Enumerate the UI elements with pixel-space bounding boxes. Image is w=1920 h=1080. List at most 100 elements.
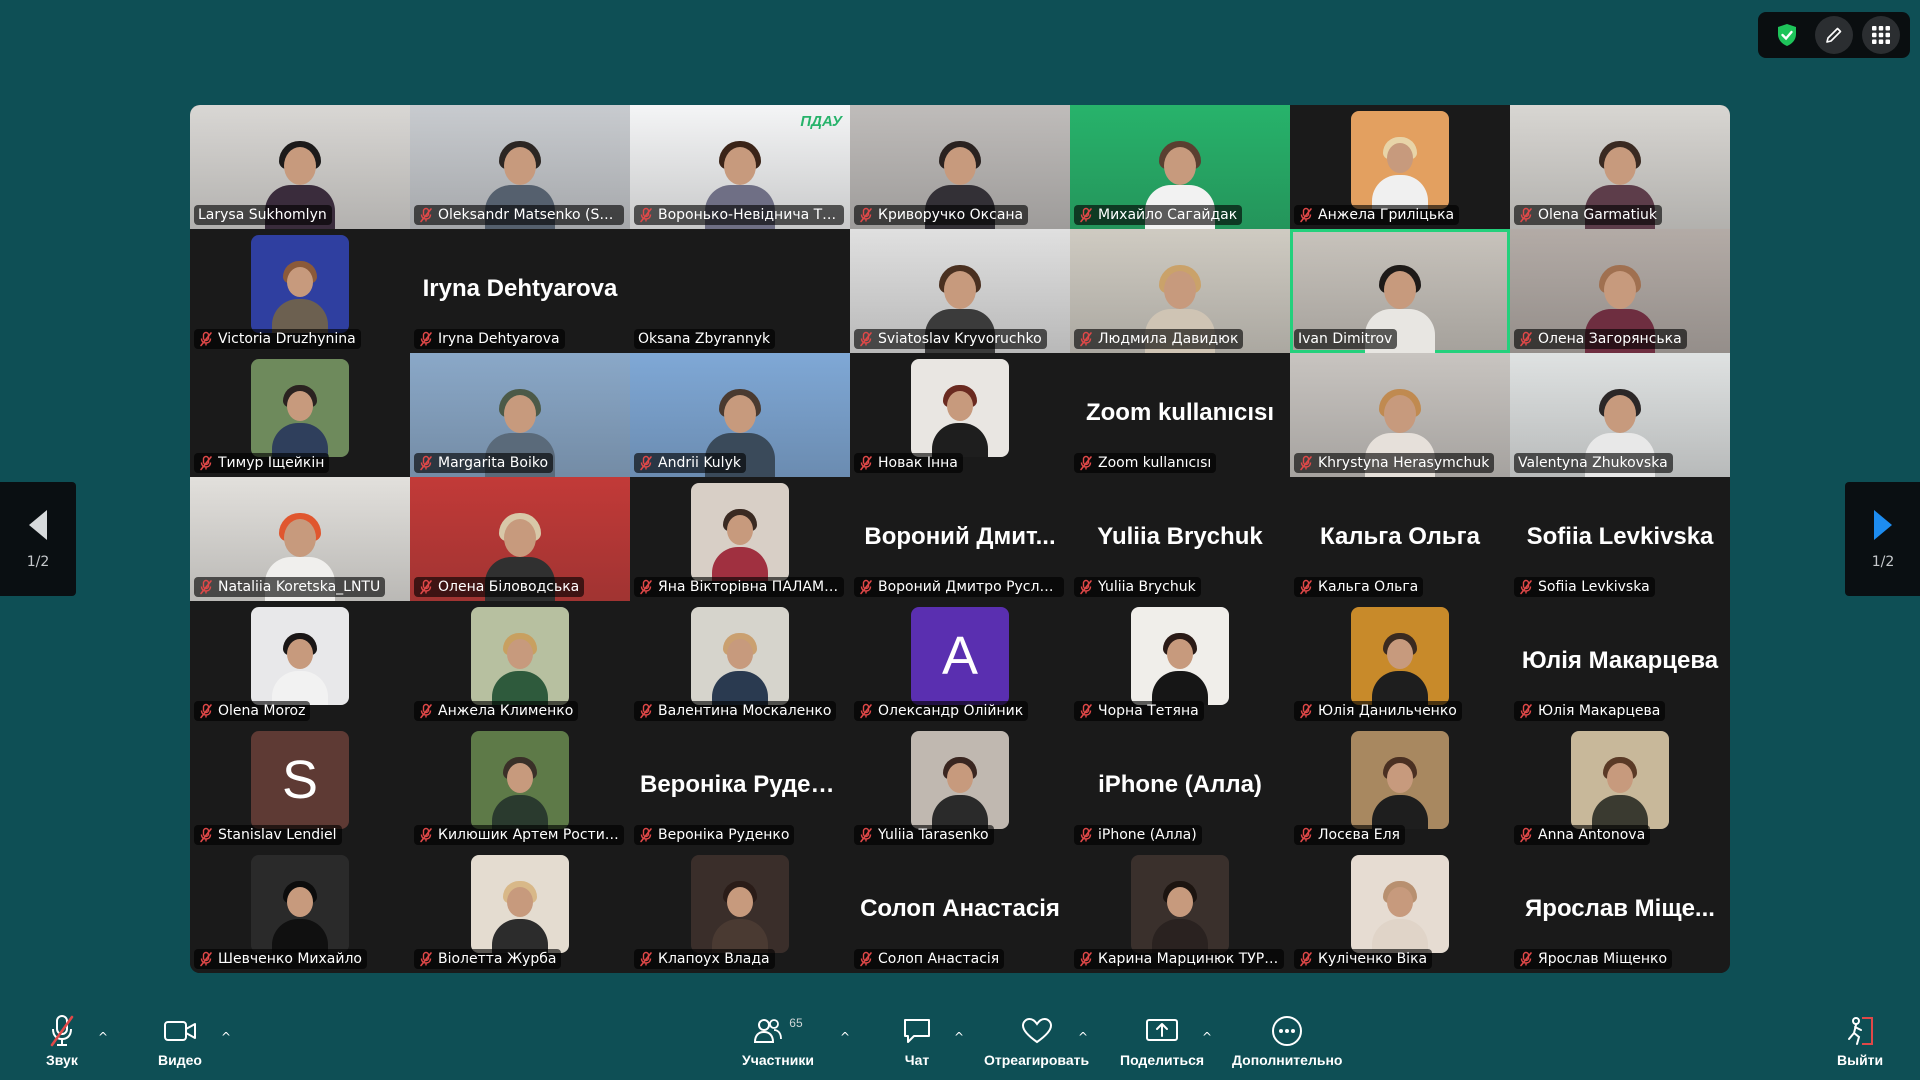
participant-tile[interactable]: Anna Antonova bbox=[1510, 725, 1730, 849]
participant-tile[interactable]: Михайло Сагайдак bbox=[1070, 105, 1290, 229]
leave-button[interactable]: Выйти bbox=[1837, 1014, 1883, 1068]
share-options-caret[interactable]: ^ bbox=[1202, 1030, 1212, 1044]
participant-name-label: Куліченко Віка bbox=[1294, 949, 1433, 969]
shield-check-icon[interactable] bbox=[1768, 16, 1806, 54]
participant-tile[interactable]: Margarita Boiko bbox=[410, 353, 630, 477]
participant-tile[interactable]: Khrystyna Herasymchuk bbox=[1290, 353, 1510, 477]
participant-tile[interactable]: Яна Вікторівна ПАЛАМА... bbox=[630, 477, 850, 601]
participant-tile[interactable]: Людмила Давидюк bbox=[1070, 229, 1290, 353]
react-options-caret[interactable]: ^ bbox=[1078, 1030, 1088, 1044]
participants-count: 65 bbox=[789, 1016, 803, 1030]
pencil-icon[interactable] bbox=[1814, 16, 1853, 54]
participant-tile[interactable]: Valentyna Zhukovska bbox=[1510, 353, 1730, 477]
participant-tile[interactable]: Валентина Москаленко bbox=[630, 601, 850, 725]
participant-name: Лосєва Еля bbox=[1318, 827, 1400, 843]
participants-icon bbox=[754, 1019, 783, 1043]
participant-name: Olena Garmatiuk bbox=[1538, 207, 1657, 223]
participant-name-label: Larysa Sukhomlyn bbox=[194, 205, 332, 225]
participant-tile[interactable]: Ярослав Міще... Ярослав Міщенко bbox=[1510, 849, 1730, 973]
participant-tile[interactable]: Olena Garmatiuk bbox=[1510, 105, 1730, 229]
participant-name: Чорна Тетяна bbox=[1098, 703, 1199, 719]
participant-tile[interactable]: Nataliia Koretska_LNTU bbox=[190, 477, 410, 601]
participant-tile[interactable]: Килюшик Артем Ростисл... bbox=[410, 725, 630, 849]
participant-tile[interactable]: Карина Марцинюк ТУР 3... bbox=[1070, 849, 1290, 973]
participant-tile[interactable]: A Олександр Олійник bbox=[850, 601, 1070, 725]
participant-tile[interactable]: Тимур Іщейкін bbox=[190, 353, 410, 477]
participant-tile[interactable]: Zoom kullanıcısı Zoom kullanıcısı bbox=[1070, 353, 1290, 477]
microphone-muted-icon bbox=[1298, 207, 1314, 223]
participant-name: Олена Біловодська bbox=[438, 579, 580, 595]
participant-tile[interactable]: Вероніка Руден... Вероніка Руденко bbox=[630, 725, 850, 849]
chat-button[interactable]: Чат bbox=[902, 1014, 932, 1068]
participant-tile[interactable]: Анжела Клименко bbox=[410, 601, 630, 725]
apps-grid-icon[interactable] bbox=[1861, 16, 1900, 54]
participant-tile[interactable]: Victoria Druzhynina bbox=[190, 229, 410, 353]
microphone-muted-icon bbox=[418, 579, 434, 595]
participant-tile[interactable]: Oleksandr Matsenko (Su... bbox=[410, 105, 630, 229]
participant-tile[interactable]: Ivan Dimitrov bbox=[1290, 229, 1510, 353]
participant-name-label: Oleksandr Matsenko (Su... bbox=[414, 205, 624, 225]
microphone-muted-icon bbox=[1078, 827, 1094, 843]
microphone-muted-icon bbox=[198, 703, 214, 719]
participant-tile[interactable]: Новак Інна bbox=[850, 353, 1070, 477]
participant-avatar bbox=[1131, 607, 1229, 705]
participant-tile[interactable]: Кальга Ольга Кальга Ольга bbox=[1290, 477, 1510, 601]
next-page-button[interactable]: 1/2 bbox=[1845, 482, 1920, 596]
participant-tile[interactable]: Andrii Kulyk bbox=[630, 353, 850, 477]
participant-tile[interactable]: Yuliia Brychuk Yuliia Brychuk bbox=[1070, 477, 1290, 601]
participant-tile[interactable]: Олена Загорянська bbox=[1510, 229, 1730, 353]
participant-tile[interactable]: Солоп Анастасія Солоп Анастасія bbox=[850, 849, 1070, 973]
participant-tile[interactable]: Юлія Макарцева Юлія Макарцева bbox=[1510, 601, 1730, 725]
participant-name-label: Лосєва Еля bbox=[1294, 825, 1405, 845]
participant-tile[interactable]: Iryna Dehtyarova Iryna Dehtyarova bbox=[410, 229, 630, 353]
microphone-muted-icon bbox=[638, 579, 654, 595]
video-options-caret[interactable]: ^ bbox=[221, 1030, 231, 1044]
participant-display-name: Zoom kullanıcısı bbox=[1085, 399, 1275, 426]
participants-button[interactable]: 65 Участники bbox=[742, 1014, 814, 1068]
participant-name-label: Олександр Олійник bbox=[854, 701, 1029, 721]
participant-tile[interactable]: Криворучко Оксана bbox=[850, 105, 1070, 229]
participant-tile[interactable]: Клапоух Влада bbox=[630, 849, 850, 973]
participant-name: Віолетта Журба bbox=[438, 951, 557, 967]
participant-tile[interactable]: Вороний Дмит... Вороний Дмитро Руслан... bbox=[850, 477, 1070, 601]
participant-tile[interactable]: Sofiia Levkivska Sofiia Levkivska bbox=[1510, 477, 1730, 601]
audio-button[interactable]: Звук bbox=[46, 1014, 78, 1068]
participant-tile[interactable]: Чорна Тетяна bbox=[1070, 601, 1290, 725]
participant-name: Тимур Іщейкін bbox=[218, 455, 325, 471]
participant-name-label: Andrii Kulyk bbox=[634, 453, 746, 473]
participant-tile[interactable]: Анжела Гриліцька bbox=[1290, 105, 1510, 229]
participant-name: Zoom kullanıcısı bbox=[1098, 455, 1212, 471]
participant-tile[interactable]: Larysa Sukhomlyn bbox=[190, 105, 410, 229]
participant-tile[interactable]: Юлія Данильченко bbox=[1290, 601, 1510, 725]
participant-tile[interactable]: Лосєва Еля bbox=[1290, 725, 1510, 849]
video-button[interactable]: Видео bbox=[158, 1014, 202, 1068]
participant-name: Yuliia Tarasenko bbox=[878, 827, 989, 843]
participant-avatar bbox=[1351, 607, 1449, 705]
prev-page-button[interactable]: 1/2 bbox=[0, 482, 76, 596]
audio-options-caret[interactable]: ^ bbox=[98, 1030, 108, 1044]
participants-options-caret[interactable]: ^ bbox=[840, 1030, 850, 1044]
microphone-muted-icon bbox=[1078, 455, 1094, 471]
participant-tile[interactable]: Sviatoslav Kryvoruchko bbox=[850, 229, 1070, 353]
participant-tile[interactable]: Куліченко Віка bbox=[1290, 849, 1510, 973]
meeting-toolbar: Звук ^ Видео ^ 65 Участники ^ Чат ^ Отре… bbox=[0, 1002, 1920, 1080]
react-button[interactable]: Отреагировать bbox=[984, 1014, 1089, 1068]
participant-tile[interactable]: iPhone (Алла) iPhone (Алла) bbox=[1070, 725, 1290, 849]
microphone-muted-icon bbox=[1298, 579, 1314, 595]
participant-tile[interactable]: Шевченко Михайло bbox=[190, 849, 410, 973]
participant-avatar: S bbox=[251, 731, 349, 829]
participant-name: Valentyna Zhukovska bbox=[1518, 455, 1668, 471]
participant-tile[interactable]: S Stanislav Lendiel bbox=[190, 725, 410, 849]
participant-tile[interactable]: Olena Moroz bbox=[190, 601, 410, 725]
more-button[interactable]: Дополнительно bbox=[1232, 1014, 1342, 1068]
participant-tile[interactable]: Віолетта Журба bbox=[410, 849, 630, 973]
participant-tile[interactable]: ПДАУ Воронько-Невіднича Тет... bbox=[630, 105, 850, 229]
chat-options-caret[interactable]: ^ bbox=[954, 1030, 964, 1044]
participant-tile[interactable]: Yuliia Tarasenko bbox=[850, 725, 1070, 849]
page-indicator-right: 1/2 bbox=[1871, 554, 1895, 570]
participant-tile[interactable]: Олена Біловодська bbox=[410, 477, 630, 601]
participant-tile[interactable]: Oksana Zbyrannyk bbox=[630, 229, 850, 353]
share-screen-button[interactable]: Поделиться bbox=[1120, 1014, 1204, 1068]
participant-avatar bbox=[471, 607, 569, 705]
microphone-muted-icon bbox=[418, 827, 434, 843]
